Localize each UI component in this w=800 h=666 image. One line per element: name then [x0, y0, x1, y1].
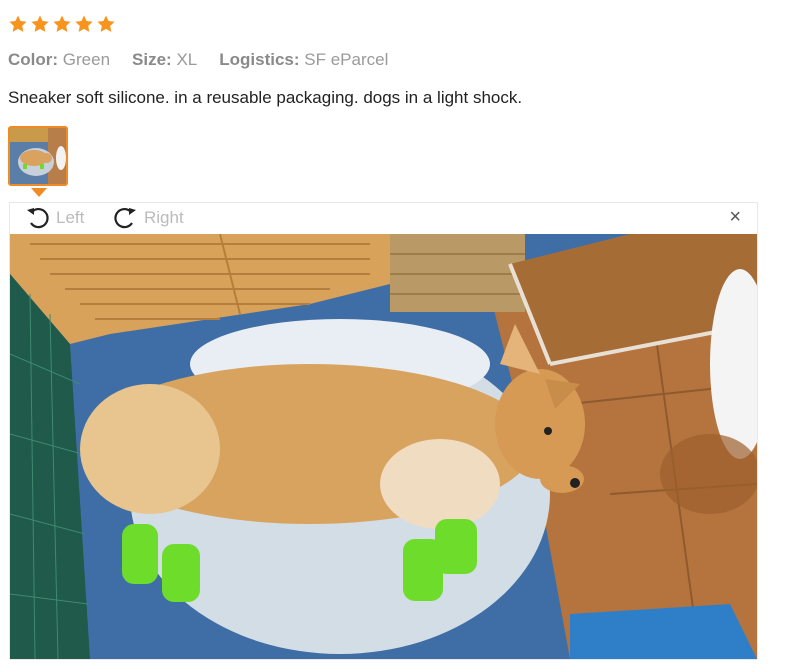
photo-image [10, 234, 757, 659]
review-photo [10, 234, 757, 659]
image-viewer: Left Right × [9, 202, 758, 660]
attribute-key: Logistics: [219, 50, 300, 69]
star-icon [31, 15, 49, 32]
attribute-key: Size: [132, 50, 172, 69]
review-photo-thumbnail[interactable] [8, 126, 68, 186]
star-icon [9, 15, 27, 32]
attribute-size: Size: XL [132, 50, 197, 70]
thumbnail-image [10, 128, 66, 184]
thumbnail-selected-caret [31, 188, 47, 197]
rotate-left-icon [27, 208, 49, 229]
rotate-left-button[interactable]: Left [24, 205, 84, 231]
order-attributes: Color: Green Size: XL Logistics: SF ePar… [8, 50, 388, 70]
attribute-value: SF eParcel [304, 50, 389, 69]
star-icon [75, 15, 93, 32]
star-icon [53, 15, 71, 32]
star-icon [97, 15, 115, 32]
attribute-logistics: Logistics: SF eParcel [219, 50, 388, 70]
attribute-value: Green [62, 50, 111, 69]
rotate-right-label: Right [144, 208, 184, 227]
rotate-left-label: Left [56, 208, 85, 227]
rating-stars [8, 14, 116, 34]
attribute-color: Color: Green [8, 50, 110, 70]
attribute-key: Color: [8, 50, 59, 69]
rotate-right-button[interactable]: Right [108, 205, 184, 231]
review-text: Sneaker soft silicone. in a reusable pac… [8, 88, 523, 107]
rotate-right-icon [114, 208, 136, 229]
close-icon[interactable]: × [729, 207, 741, 227]
attribute-value: XL [176, 50, 198, 69]
viewer-toolbar: Left Right × [10, 203, 757, 233]
